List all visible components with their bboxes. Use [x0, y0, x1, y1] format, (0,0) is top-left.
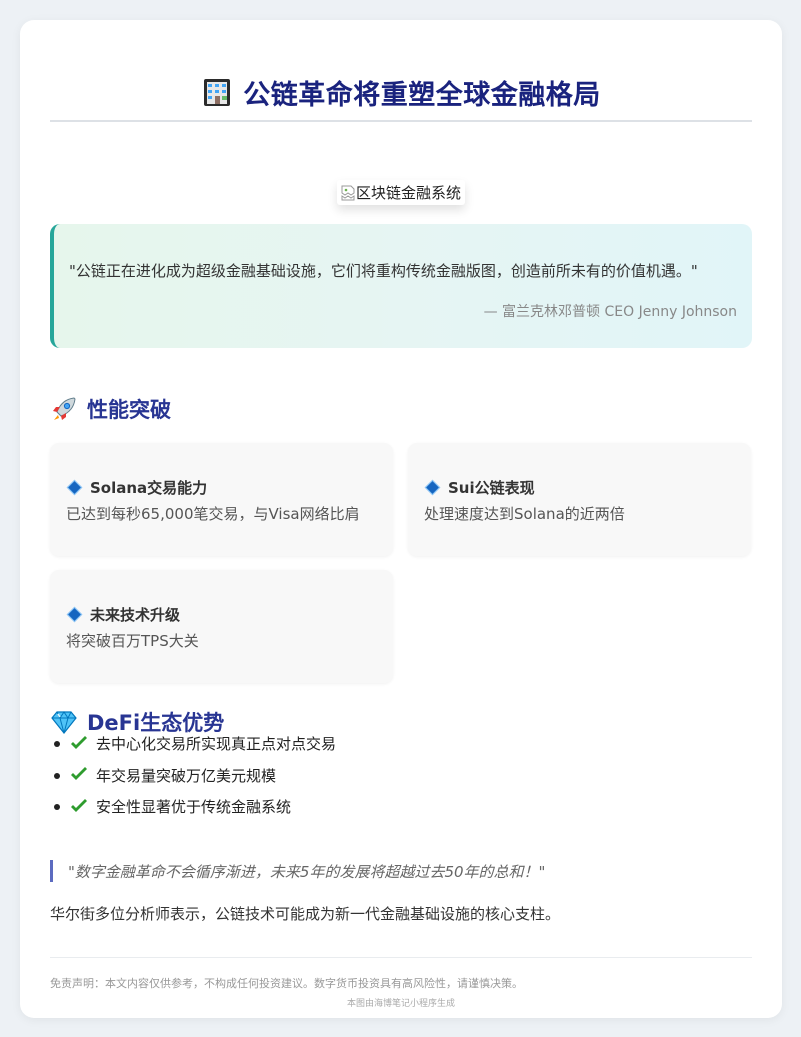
office-building-icon: [204, 79, 231, 106]
feature-title: 未来技术升级: [66, 604, 180, 625]
header: 公链革命将重塑全球金融格局: [50, 72, 752, 112]
performance-section-title: 性能突破: [87, 398, 171, 422]
defi-advantages-list: 去中心化交易所实现真正点对点交易 年交易量突破万亿美元规模 安全性显著优于传统金…: [50, 728, 336, 823]
broken-image-icon: [341, 185, 355, 200]
blue-diamond-icon: [66, 479, 83, 496]
bullet-dot: [54, 804, 60, 810]
list-item: 安全性显著优于传统金融系统: [50, 791, 336, 823]
quote-author: — 富兰克林邓普顿 CEO Jenny Johnson: [483, 304, 737, 320]
ceo-quote-box: "公链正在进化成为超级金融基础设施，它们将重构传统金融版图，创造前所未有的价值机…: [50, 224, 752, 348]
list-item: 去中心化交易所实现真正点对点交易: [50, 728, 336, 760]
bullet-dot: [54, 741, 60, 747]
feature-title-text: Solana交易能力: [90, 479, 208, 497]
footer-divider: [50, 957, 752, 958]
analyst-note: 华尔街多位分析师表示，公链技术可能成为新一代金融基础设施的核心支柱。: [50, 905, 561, 923]
list-item-text: 安全性显著优于传统金融系统: [96, 798, 292, 817]
check-mark-icon: [71, 798, 87, 812]
hero-image: 区块链金融系统: [50, 180, 752, 210]
blue-diamond-icon: [66, 606, 83, 623]
feature-description: 处理速度达到Solana的近两倍: [424, 505, 625, 523]
hero-image-alt-text: 区块链金融系统: [355, 184, 461, 202]
performance-section-header: 性能突破: [50, 393, 171, 425]
generated-by-note: 本图由海博笔记小程序生成: [346, 999, 455, 1009]
feature-title: Solana交易能力: [66, 477, 207, 498]
feature-description: 已达到每秒65,000笔交易，与Visa网络比肩: [66, 505, 360, 523]
list-item: 年交易量突破万亿美元规模: [50, 760, 336, 792]
rocket-icon: [53, 397, 76, 420]
bullet-dot: [54, 772, 60, 779]
feature-title-text: 未来技术升级: [90, 606, 181, 624]
check-mark-icon: [71, 735, 87, 749]
disclaimer-text: 免责声明：本文内容仅供参考，不构成任何投资建议。数字货币投资具有高风险性，请谨慎…: [50, 977, 523, 990]
list-item-text: 去中心化交易所实现真正点对点交易: [96, 735, 337, 754]
feature-title: Sui公链表现: [424, 477, 535, 498]
quote-text: "公链正在进化成为超级金融基础设施，它们将重构传统金融版图，创造前所未有的价值机…: [69, 262, 698, 280]
feature-card-upgrade: 未来技术升级 将突破百万TPS大关: [50, 570, 393, 683]
check-mark-icon: [71, 767, 87, 781]
title-divider: [50, 120, 752, 122]
feature-title-text: Sui公链表现: [448, 479, 535, 497]
article-card: 公链革命将重塑全球金融格局 区块链金融系统 "公链正在进化成为超级金融基础设施，…: [20, 20, 782, 1018]
feature-description: 将突破百万TPS大关: [66, 632, 199, 650]
pull-quote: "数字金融革命不会循序渐进，未来5年的发展将超越过去50年的总和！": [50, 860, 545, 882]
blue-diamond-icon: [424, 479, 441, 496]
feature-card-sui: Sui公链表现 处理速度达到Solana的近两倍: [408, 443, 751, 556]
page-title: 公链革命将重塑全球金融格局: [243, 79, 601, 111]
hero-image-placeholder: 区块链金融系统: [337, 180, 465, 205]
list-item-text: 年交易量突破万亿美元规模: [96, 766, 277, 785]
feature-card-solana: Solana交易能力 已达到每秒65,000笔交易，与Visa网络比肩: [50, 443, 393, 556]
